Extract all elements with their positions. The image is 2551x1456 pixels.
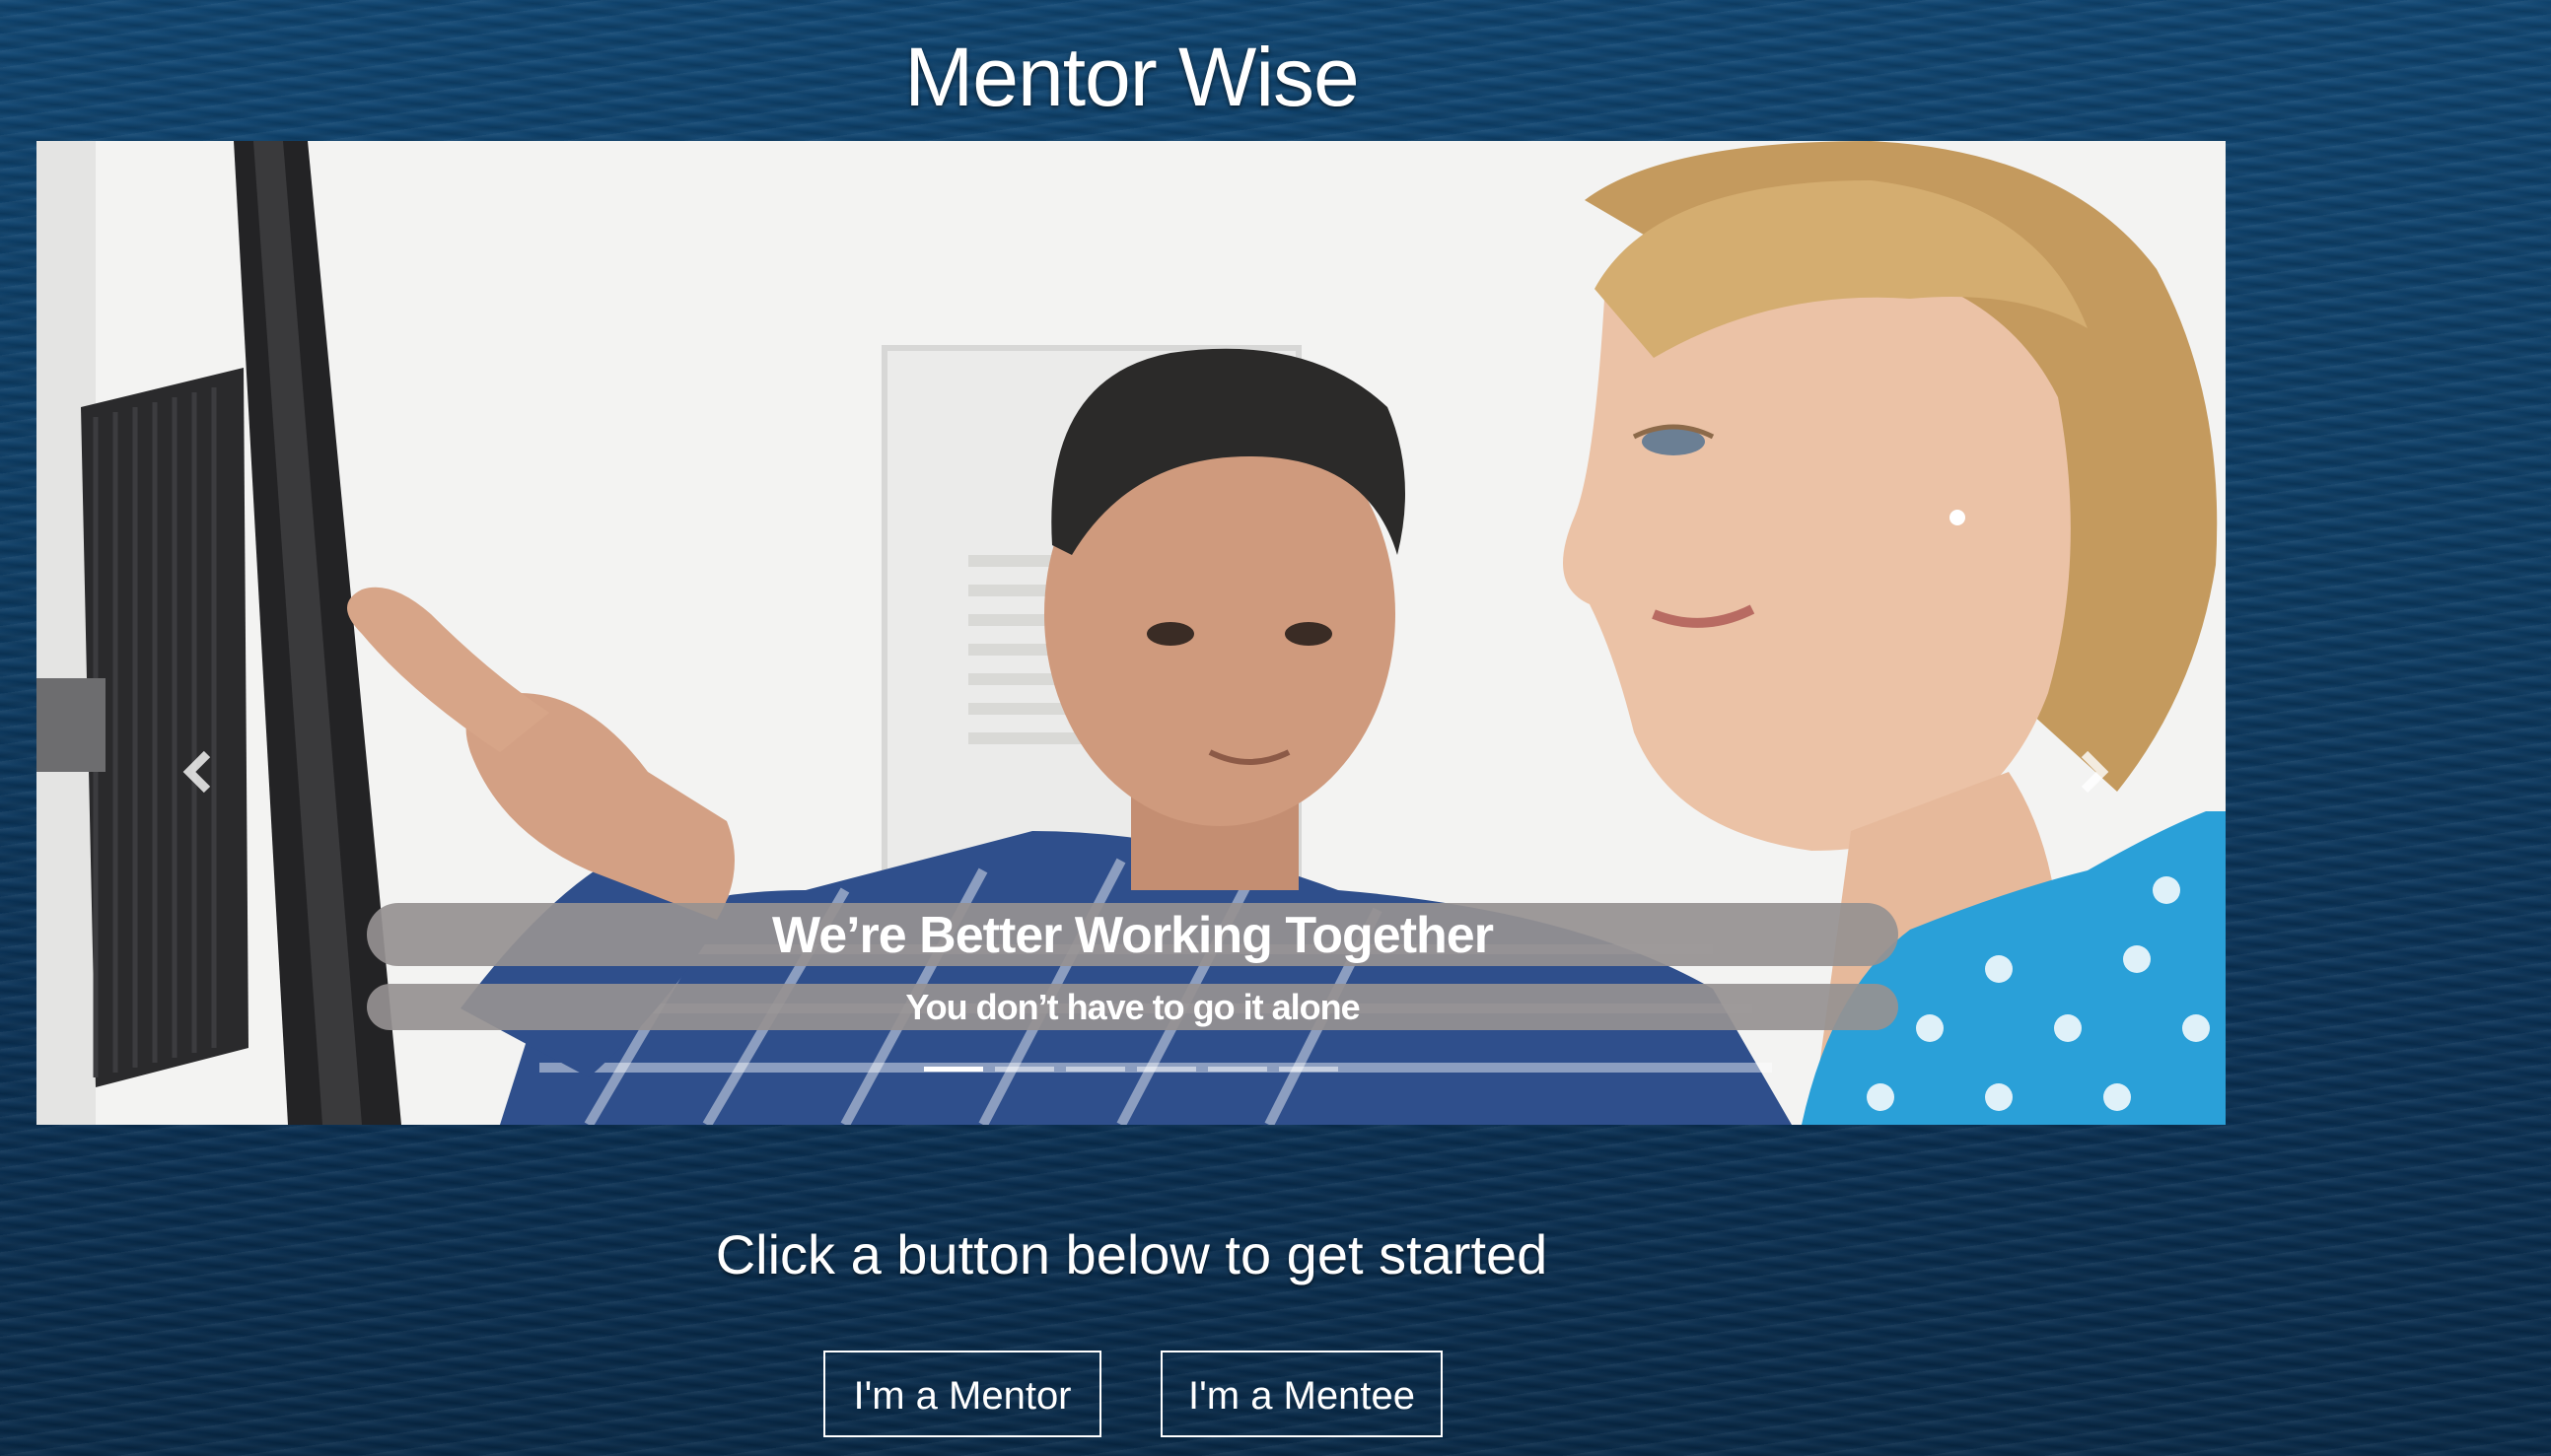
site-title: Mentor Wise [904,31,1359,123]
get-started-prompt: Click a button below to get started [715,1223,1548,1285]
chevron-right-icon [2081,750,2109,794]
carousel-indicator-5[interactable] [1208,1067,1267,1072]
image-carousel[interactable]: We’re Better Working Together You don’t … [36,141,2226,1125]
mentee-button[interactable]: I'm a Mentee [1161,1351,1443,1437]
carousel-indicator-1[interactable] [924,1067,983,1072]
chevron-left-icon [182,750,211,794]
carousel-next-button[interactable] [2053,732,2132,811]
carousel-caption-title: We’re Better Working Together [367,903,1898,966]
carousel-indicator-2[interactable] [995,1067,1054,1072]
carousel-indicators [924,1067,1338,1072]
carousel-indicator-6[interactable] [1279,1067,1338,1072]
carousel-indicator-3[interactable] [1066,1067,1125,1072]
carousel-caption-subtitle: You don’t have to go it alone [367,984,1898,1030]
carousel-indicator-4[interactable] [1137,1067,1196,1072]
mentor-button[interactable]: I'm a Mentor [823,1351,1101,1437]
carousel-prev-button[interactable] [160,732,239,811]
carousel-slide-photo [36,141,2226,1125]
